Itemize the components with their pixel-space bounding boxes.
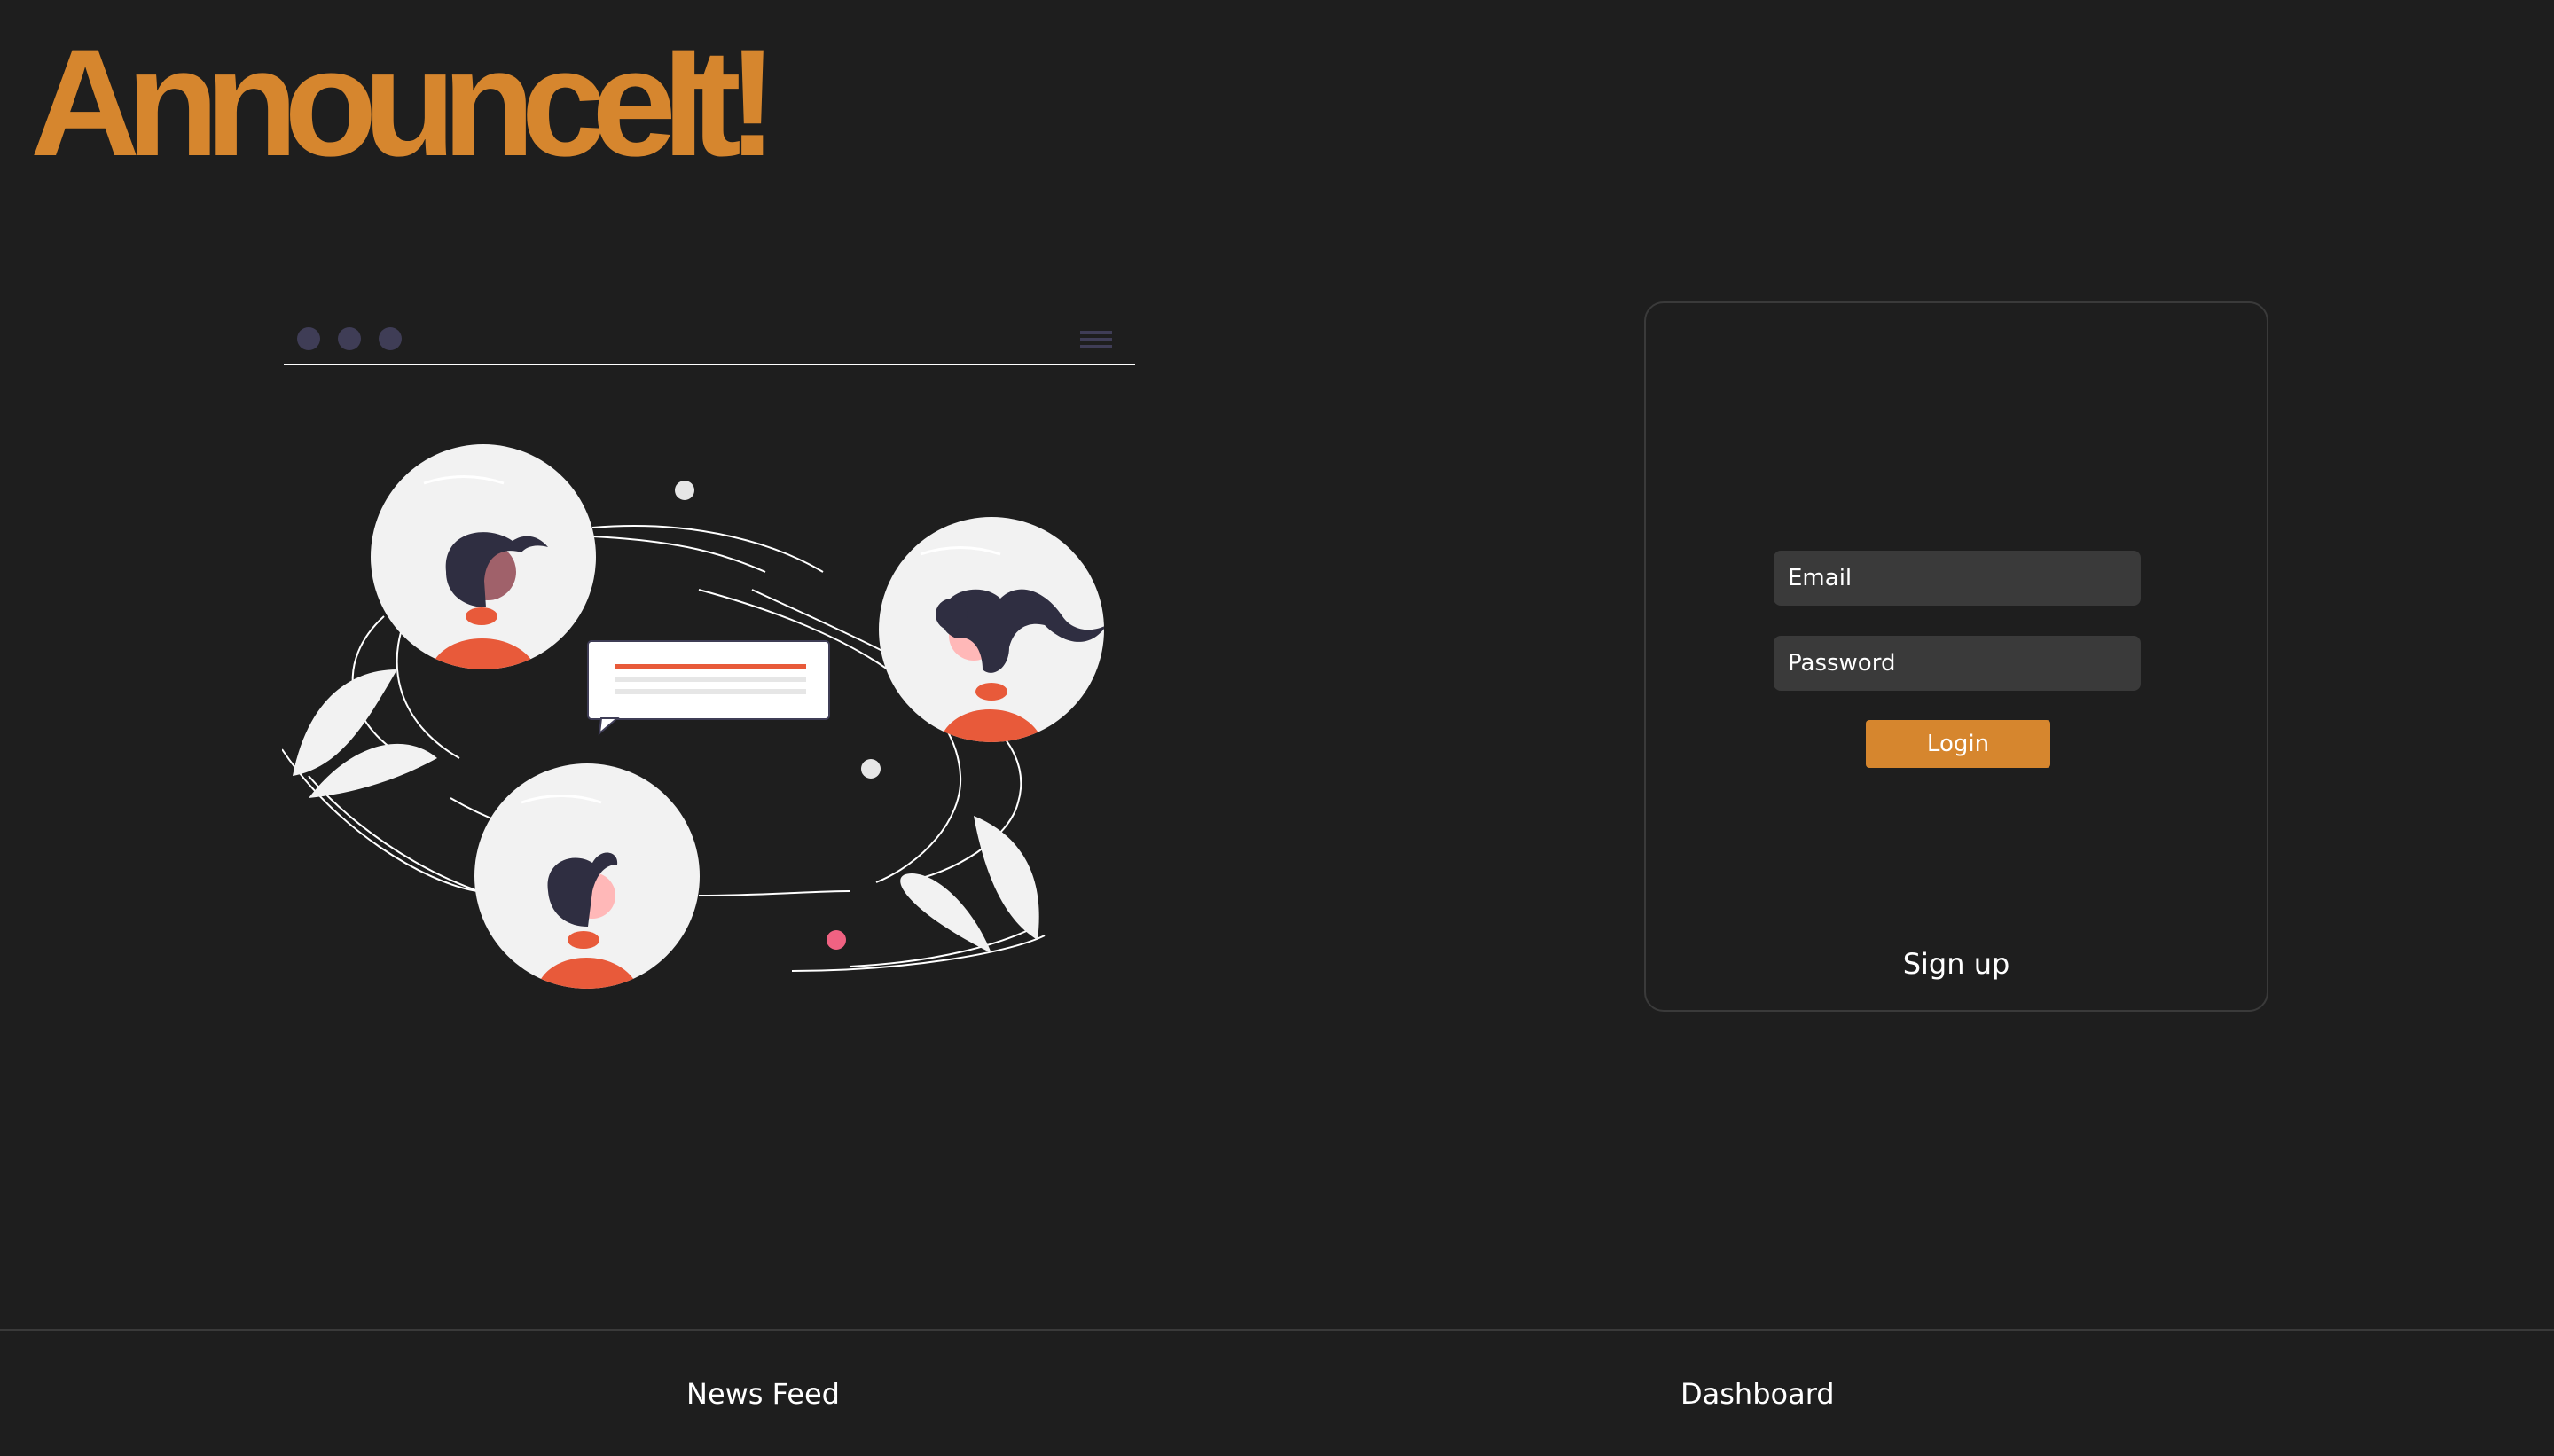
group-chat-illustration [282, 327, 1135, 989]
window-dot-icon [338, 327, 361, 350]
dot-decoration [861, 759, 881, 779]
password-input[interactable] [1774, 636, 2141, 691]
dot-decoration [675, 481, 694, 500]
nav-link-dashboard[interactable]: Dashboard [1680, 1377, 1835, 1411]
login-card: Login Sign up [1644, 301, 2268, 1012]
avatar [879, 517, 1104, 742]
chat-bubble-icon [587, 640, 830, 736]
signup-link[interactable]: Sign up [1646, 947, 2267, 981]
window-dot-icon [297, 327, 320, 350]
hamburger-menu-icon [1080, 331, 1112, 348]
app-logo[interactable]: AnnounceIt! [30, 19, 778, 187]
footer-nav: News Feed Dashboard [0, 1329, 2554, 1456]
page: AnnounceIt! Email Login Sign up News Fee… [0, 0, 2554, 1456]
nav-link-news-feed[interactable]: News Feed [686, 1377, 840, 1411]
avatar [371, 444, 596, 669]
browser-window-bar [284, 327, 1135, 365]
avatar [474, 763, 700, 989]
login-button[interactable]: Login [1866, 720, 2050, 768]
dot-decoration [827, 930, 846, 950]
window-dot-icon [379, 327, 402, 350]
email-input[interactable] [1774, 551, 2141, 606]
